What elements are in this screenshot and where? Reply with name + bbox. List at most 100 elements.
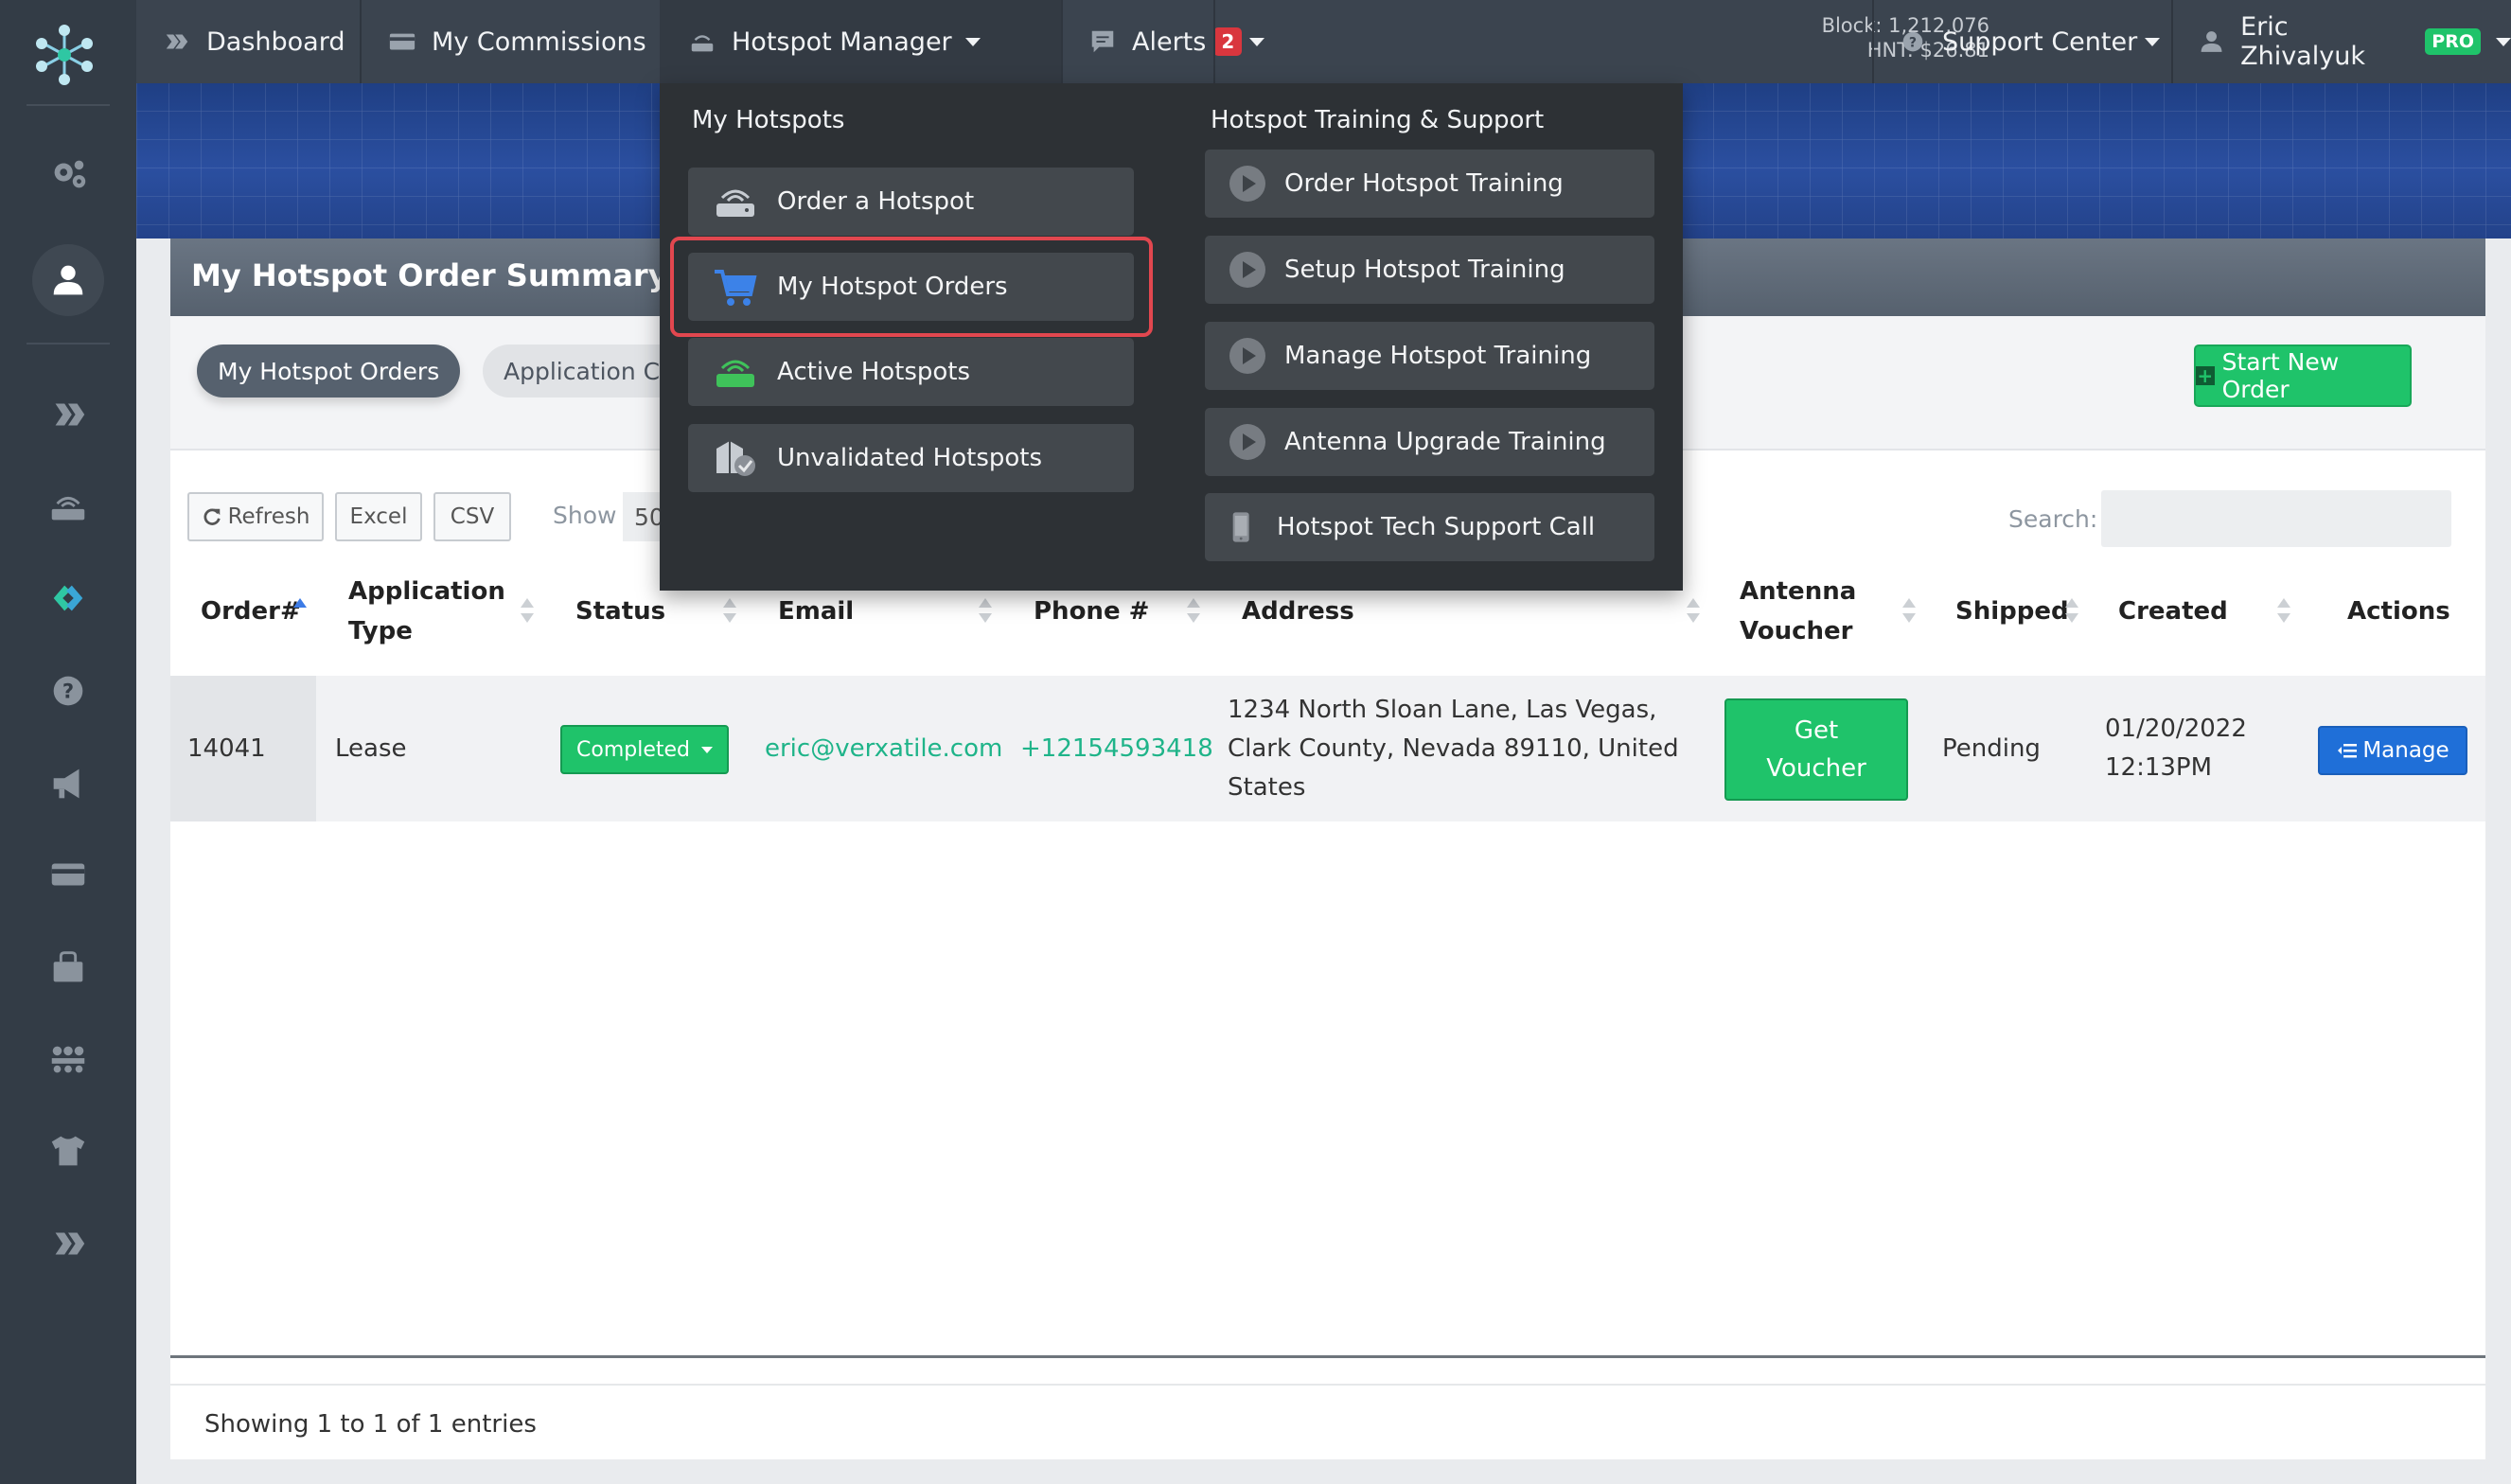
created-date: 01/20/2022 [2105, 715, 2247, 743]
column-header-actions: Actions [2347, 558, 2450, 664]
order-header-label: Order# [201, 597, 301, 626]
plus-icon: + [2196, 364, 2215, 387]
table-footer-divider [170, 1384, 2485, 1386]
play-circle-icon [1229, 166, 1265, 202]
gears-icon[interactable] [44, 150, 93, 199]
search-label: Search: [2008, 505, 2098, 533]
sort-icon [2065, 558, 2078, 664]
search-input[interactable] [2101, 490, 2451, 547]
svg-text:?: ? [62, 680, 74, 703]
menu-item-setup-hotspot-training[interactable]: Setup Hotspot Training [1205, 236, 1654, 304]
refresh-icon [203, 508, 221, 525]
nav-my-commissions[interactable]: My Commissions [388, 0, 646, 83]
app-type-header-line-2: Type [348, 617, 413, 645]
store-icon[interactable] [44, 943, 93, 992]
start-new-order-button[interactable]: + Start New Order [2194, 344, 2412, 407]
get-voucher-button[interactable]: Get Voucher [1724, 698, 1908, 801]
refresh-label: Refresh [227, 504, 310, 529]
nav-hotspot-manager-label: Hotspot Manager [732, 26, 952, 57]
voucher-label-line-2: Voucher [1766, 754, 1866, 783]
help-icon[interactable]: ? [44, 666, 93, 716]
menu-item-label: Order a Hotspot [777, 187, 975, 216]
logo-icon[interactable] [34, 21, 95, 89]
address-line-3: States [1228, 772, 1306, 802]
show-entries-label: Show [553, 502, 617, 529]
phone-link[interactable]: +12154593418 [1020, 676, 1213, 822]
sort-icon [521, 558, 534, 664]
top-navbar: Dashboard My Commissions Hotspot Manager… [136, 0, 2511, 83]
router-active-icon [716, 360, 754, 387]
excel-button[interactable]: Excel [335, 492, 422, 541]
menu-item-antenna-upgrade-training[interactable]: Antenna Upgrade Training [1205, 408, 1654, 476]
svg-text:?: ? [1909, 36, 1917, 51]
nav-user-menu[interactable]: Eric Zhivalyuk PRO [2198, 0, 2511, 83]
pro-badge: PRO [2425, 28, 2481, 55]
nav-commissions-label: My Commissions [432, 26, 646, 57]
email-link[interactable]: eric@verxatile.com [765, 676, 1002, 822]
sidebar-divider [27, 343, 110, 344]
sort-icon [2277, 558, 2290, 664]
card-icon[interactable] [44, 850, 93, 899]
address-cell: 1234 North Sloan Lane, Las Vegas, Clark … [1228, 676, 1679, 822]
tab-my-hotspot-orders[interactable]: My Hotspot Orders [197, 344, 461, 398]
menu-item-manage-hotspot-training[interactable]: Manage Hotspot Training [1205, 322, 1654, 390]
user-icon[interactable] [32, 244, 104, 316]
credit-card-icon [389, 33, 416, 50]
comment-icon [1091, 30, 1114, 53]
manage-label: Manage [2362, 738, 2449, 763]
email-header-label: Email [778, 597, 855, 626]
helium-icon-2[interactable] [44, 1219, 93, 1268]
manage-button[interactable]: Manage [2318, 726, 2467, 775]
dashboard-icon [166, 34, 188, 49]
nav-divider [360, 0, 362, 83]
column-header-application-type[interactable]: Application Type [348, 558, 505, 664]
user-name: Eric Zhivalyuk [2240, 12, 2365, 71]
nav-support-center[interactable]: ? Support Center [1899, 0, 2161, 83]
column-header-status[interactable]: Status [575, 558, 665, 664]
highlight-box [670, 237, 1153, 337]
menu-item-label: Order Hotspot Training [1284, 169, 1564, 198]
column-header-antenna-voucher[interactable]: Antenna Voucher [1740, 558, 1856, 664]
nav-dashboard[interactable]: Dashboard [163, 0, 345, 83]
menu-item-unvalidated-hotspots[interactable]: Unvalidated Hotspots [688, 424, 1134, 492]
dropdown-heading-my-hotspots: My Hotspots [692, 106, 845, 134]
helium-icon[interactable] [44, 390, 93, 439]
refresh-button[interactable]: Refresh [187, 492, 324, 541]
list-icon [2338, 744, 2358, 758]
order-number: 14041 [187, 733, 266, 763]
nav-hotspot-manager[interactable]: Hotspot Manager [660, 0, 1061, 83]
status-label: Completed [576, 737, 690, 762]
sort-icon [1902, 558, 1916, 664]
menu-item-active-hotspots[interactable]: Active Hotspots [688, 338, 1134, 406]
address-line-2: Clark County, Nevada 89110, United [1228, 733, 1679, 763]
menu-item-order-a-hotspot[interactable]: Order a Hotspot [688, 168, 1134, 236]
status-dropdown-button[interactable]: Completed [560, 725, 729, 774]
megaphone-icon[interactable] [44, 759, 93, 808]
play-circle-icon [1229, 252, 1265, 288]
alerts-count-badge: 2 [1213, 27, 1243, 56]
chevron-down-icon [964, 37, 981, 46]
nav-alerts[interactable]: Alerts 2 [1088, 0, 1265, 83]
menu-item-order-hotspot-training[interactable]: Order Hotspot Training [1205, 150, 1654, 218]
unvalidated-box-icon [716, 441, 755, 476]
router-icon[interactable] [44, 481, 93, 530]
user-icon [2201, 31, 2222, 52]
hotspot-manager-dropdown: My Hotspots Hotspot Training & Support O… [660, 83, 1683, 591]
table-row: 14041 Lease eric@verxatile.com +12154593… [170, 676, 2485, 822]
column-header-shipped[interactable]: Shipped [1955, 558, 2069, 664]
shirt-icon[interactable] [44, 1126, 93, 1175]
voucher-label-line-1: Get [1794, 716, 1839, 745]
column-header-created[interactable]: Created [2118, 558, 2228, 664]
column-header-order[interactable]: Order# [201, 558, 301, 664]
csv-button[interactable]: CSV [433, 492, 511, 541]
brand-icon[interactable] [44, 574, 93, 623]
address-header-label: Address [1242, 597, 1354, 626]
actions-header-label: Actions [2347, 597, 2450, 626]
chevron-down-icon [2145, 37, 2161, 46]
nav-divider [1213, 0, 1215, 83]
play-circle-icon [1229, 338, 1265, 374]
menu-item-hotspot-tech-support-call[interactable]: Hotspot Tech Support Call [1205, 493, 1654, 561]
voucher-header-line-2: Voucher [1740, 617, 1853, 645]
team-icon[interactable] [44, 1035, 93, 1085]
nav-alerts-label: Alerts [1132, 26, 1207, 57]
